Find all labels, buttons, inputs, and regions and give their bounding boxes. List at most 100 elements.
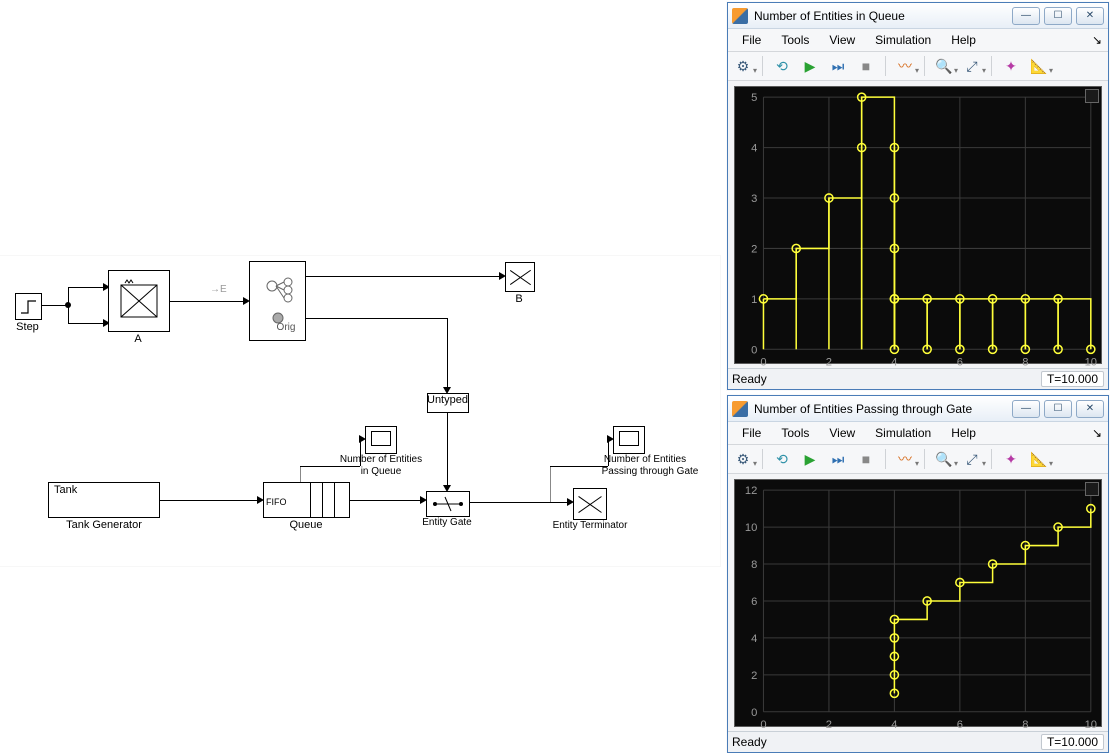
menu-help[interactable]: Help (941, 31, 986, 49)
play-icon[interactable]: ▶ (799, 55, 821, 77)
autoscale-icon[interactable]: ⤢ (961, 448, 983, 470)
toolbar[interactable]: ⚙ ⟲ ▶ ⏭ ■ 〰 🔍 ⤢ ✦ 📐 (728, 52, 1108, 81)
svg-text:5: 5 (751, 92, 757, 104)
overflow-icon[interactable]: ↘ (1090, 426, 1104, 440)
menu-view[interactable]: View (819, 31, 865, 49)
svg-text:10: 10 (745, 522, 757, 534)
label-tank-inner: Tank (54, 484, 77, 496)
label-B: B (510, 293, 528, 305)
menu-help[interactable]: Help (941, 424, 986, 442)
menu-simulation[interactable]: Simulation (865, 31, 941, 49)
label-step: Step (10, 321, 45, 333)
gear-icon[interactable]: ⚙ (732, 448, 754, 470)
label-A: A (130, 333, 146, 345)
cursor-icon[interactable]: ✦ (1000, 448, 1022, 470)
expand-icon[interactable] (1085, 89, 1099, 103)
signal-icon[interactable]: 〰 (894, 448, 916, 470)
step-fwd-icon[interactable]: ⏭ (827, 55, 849, 77)
label-scope-g1: Number of Entities (590, 454, 700, 465)
minimize-button[interactable]: — (1012, 400, 1040, 418)
svg-text:12: 12 (745, 485, 757, 497)
svg-text:6: 6 (957, 719, 963, 731)
titlebar[interactable]: Number of Entities Passing through Gate … (728, 396, 1108, 422)
block-A[interactable] (108, 270, 170, 332)
svg-text:4: 4 (891, 357, 897, 369)
block-entity-terminator[interactable] (573, 488, 607, 520)
play-icon[interactable]: ▶ (799, 448, 821, 470)
status-ready: Ready (732, 735, 767, 749)
block-B[interactable] (505, 262, 535, 292)
menu-file[interactable]: File (732, 424, 771, 442)
plot-area: 0246810024681012 (734, 479, 1102, 727)
block-step[interactable] (15, 293, 42, 320)
svg-text:1: 1 (751, 294, 757, 306)
svg-text:8: 8 (1022, 719, 1028, 731)
svg-text:0: 0 (760, 719, 766, 731)
status-ready: Ready (732, 372, 767, 386)
svg-text:8: 8 (1022, 357, 1028, 369)
svg-text:2: 2 (751, 244, 757, 256)
svg-text:4: 4 (751, 633, 757, 645)
step-back-icon[interactable]: ⟲ (771, 448, 793, 470)
toolbar[interactable]: ⚙ ⟲ ▶ ⏭ ■ 〰 🔍 ⤢ ✦ 📐 (728, 445, 1108, 474)
menu-tools[interactable]: Tools (771, 424, 819, 442)
gear-icon[interactable]: ⚙ (732, 55, 754, 77)
menu-tools[interactable]: Tools (771, 31, 819, 49)
menu-file[interactable]: File (732, 31, 771, 49)
svg-text:6: 6 (751, 596, 757, 608)
svg-text:3: 3 (751, 193, 757, 205)
svg-text:0: 0 (751, 707, 757, 719)
zoom-icon[interactable]: 🔍 (933, 448, 955, 470)
menubar[interactable]: File Tools View Simulation Help ↘ (728, 29, 1108, 52)
close-button[interactable]: ✕ (1076, 400, 1104, 418)
titlebar[interactable]: Number of Entities in Queue — ☐ ✕ (728, 3, 1108, 29)
svg-text:2: 2 (751, 670, 757, 682)
scope-window-gate[interactable]: Number of Entities Passing through Gate … (727, 395, 1109, 753)
maximize-button[interactable]: ☐ (1044, 400, 1072, 418)
plot-area: 0246810012345 (734, 86, 1102, 364)
status-time: T=10.000 (1041, 734, 1104, 750)
status-time: T=10.000 (1041, 371, 1104, 387)
close-button[interactable]: ✕ (1076, 7, 1104, 25)
block-scope-queue[interactable] (365, 426, 397, 454)
scope-window-queue[interactable]: Number of Entities in Queue — ☐ ✕ File T… (727, 2, 1109, 390)
svg-text:6: 6 (957, 357, 963, 369)
svg-text:0: 0 (760, 357, 766, 369)
svg-text:2: 2 (826, 357, 832, 369)
menu-simulation[interactable]: Simulation (865, 424, 941, 442)
cursor-icon[interactable]: ✦ (1000, 55, 1022, 77)
app-icon (732, 8, 748, 24)
step-back-icon[interactable]: ⟲ (771, 55, 793, 77)
simulink-canvas[interactable]: Step A →E Orig B (0, 256, 720, 566)
svg-text:4: 4 (751, 143, 757, 155)
label-fifo: FIFO (266, 497, 287, 507)
label-entity-gate: Entity Gate (416, 517, 478, 528)
stop-icon[interactable]: ■ (855, 55, 877, 77)
expand-icon[interactable] (1085, 482, 1099, 496)
svg-text:0: 0 (751, 344, 757, 356)
label-untyped: Untyped (427, 394, 467, 406)
signal-icon[interactable]: 〰 (894, 55, 916, 77)
autoscale-icon[interactable]: ⤢ (961, 55, 983, 77)
stop-icon[interactable]: ■ (855, 448, 877, 470)
label-queue: Queue (283, 519, 329, 531)
overflow-icon[interactable]: ↘ (1090, 33, 1104, 47)
label-scope-q2: in Queue (332, 466, 430, 477)
window-title: Number of Entities Passing through Gate (754, 402, 1006, 416)
block-scope-gate[interactable] (613, 426, 645, 454)
label-tank-gen: Tank Generator (60, 519, 148, 531)
measure-icon[interactable]: 📐 (1028, 55, 1050, 77)
svg-text:10: 10 (1085, 357, 1097, 369)
svg-text:8: 8 (751, 559, 757, 571)
measure-icon[interactable]: 📐 (1028, 448, 1050, 470)
svg-text:10: 10 (1085, 719, 1097, 731)
menu-view[interactable]: View (819, 424, 865, 442)
block-entity-gate[interactable] (426, 491, 470, 517)
zoom-icon[interactable]: 🔍 (933, 55, 955, 77)
minimize-button[interactable]: — (1012, 7, 1040, 25)
step-fwd-icon[interactable]: ⏭ (827, 448, 849, 470)
label-orig: Orig (272, 322, 300, 333)
maximize-button[interactable]: ☐ (1044, 7, 1072, 25)
menubar[interactable]: File Tools View Simulation Help ↘ (728, 422, 1108, 445)
label-scope-g2: Passing through Gate (590, 466, 710, 477)
